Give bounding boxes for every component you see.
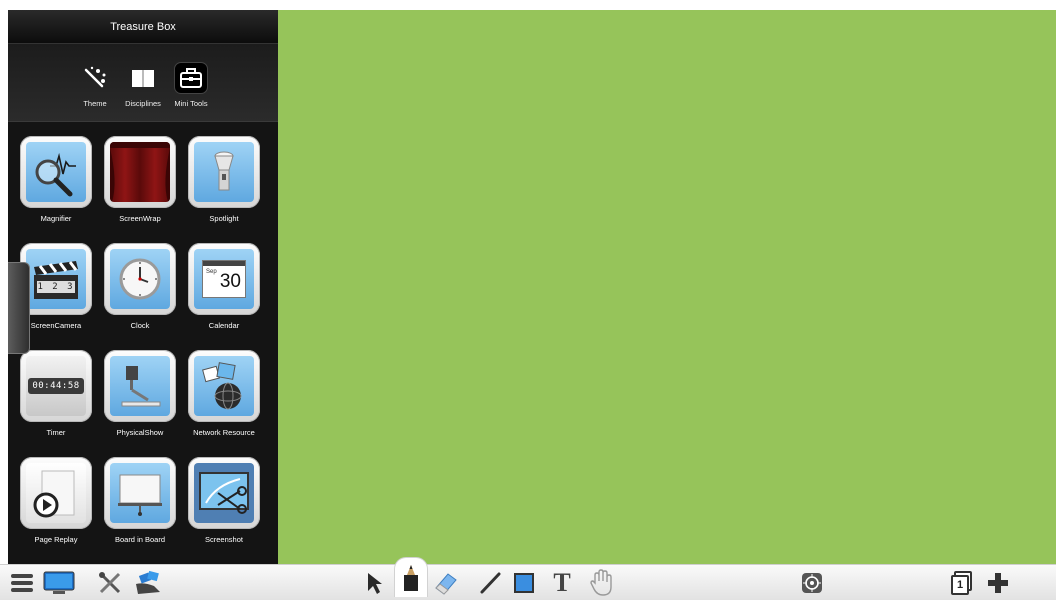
- text-tool-glyph: T: [553, 568, 571, 597]
- tool-spotlight[interactable]: Spotlight: [182, 136, 266, 243]
- tool-label: Clock: [130, 321, 150, 330]
- treasure-box-panel: Treasure Box Theme Disciplines Mini Tool…: [8, 10, 278, 564]
- magic-wand-icon: [78, 62, 112, 94]
- curtain-icon: [110, 142, 170, 202]
- clapperboard-counter: 1 2 3: [37, 282, 75, 292]
- clapperboard-icon: 1 2 3: [26, 249, 86, 309]
- tool-tile: [104, 457, 176, 529]
- tool-calendar[interactable]: Sep 30 Calendar: [182, 243, 266, 350]
- tool-label: Spotlight: [209, 214, 239, 223]
- document-camera-icon: [110, 356, 170, 416]
- target-icon[interactable]: [798, 569, 826, 597]
- globe-icon: [194, 356, 254, 416]
- timer-display: 00:44:58: [32, 381, 80, 391]
- tab-disciplines[interactable]: Disciplines: [121, 62, 165, 108]
- page-icon[interactable]: 1: [948, 569, 976, 597]
- tool-tile: [188, 136, 260, 208]
- panel-title: Treasure Box: [8, 10, 278, 44]
- panel-tabs: Theme Disciplines Mini Tools: [8, 44, 278, 122]
- tool-label: PhysicalShow: [116, 428, 164, 437]
- tool-label: Network Resource: [193, 428, 255, 437]
- hand-cards-icon[interactable]: [134, 569, 162, 597]
- tool-label: Magnifier: [40, 214, 72, 223]
- tool-tile: Sep 30: [188, 243, 260, 315]
- line-icon[interactable]: [476, 569, 504, 597]
- menu-icon[interactable]: [8, 569, 36, 597]
- page-number: 1: [956, 579, 964, 591]
- tool-label: Board in Board: [114, 535, 166, 544]
- tool-magnifier[interactable]: Magnifier: [14, 136, 98, 243]
- pen-icon[interactable]: [394, 557, 428, 597]
- tool-tile: [188, 350, 260, 422]
- tool-tile: [104, 350, 176, 422]
- tool-tile: 1 2 3: [20, 243, 92, 315]
- tool-label: ScreenWrap: [119, 214, 161, 223]
- tool-tile: [188, 457, 260, 529]
- timer-icon: 00:44:58: [26, 356, 86, 416]
- easel-icon: [110, 463, 170, 523]
- calendar-month: Sep: [206, 269, 217, 275]
- tab-mini-tools-label: Mini Tools: [174, 99, 208, 108]
- tool-label: Screenshot: [205, 535, 243, 544]
- clock-icon: [110, 249, 170, 309]
- tab-mini-tools[interactable]: Mini Tools: [169, 62, 213, 108]
- tool-label: Timer: [46, 428, 66, 437]
- tab-disciplines-label: Disciplines: [125, 99, 161, 108]
- book-icon: [126, 62, 160, 94]
- pointer-icon[interactable]: [360, 569, 388, 597]
- tool-tile: [104, 243, 176, 315]
- tool-clock[interactable]: Clock: [98, 243, 182, 350]
- hand-icon[interactable]: [588, 569, 616, 597]
- flashlight-icon: [194, 142, 254, 202]
- toolbox-icon: [174, 62, 208, 94]
- tool-tile: [20, 457, 92, 529]
- tool-timer[interactable]: 00:44:58 Timer: [14, 350, 98, 457]
- eraser-icon[interactable]: [432, 569, 460, 597]
- bottom-toolbar: T 1: [0, 557, 1056, 600]
- tab-theme-label: Theme: [83, 99, 107, 108]
- panel-collapse-handle[interactable]: [8, 262, 30, 354]
- app-window: Treasure Box Theme Disciplines Mini Tool…: [0, 0, 1056, 600]
- mini-tools-grid: Magnifier ScreenWrap Spotlight 1 2 3 Scr…: [8, 122, 278, 564]
- tool-tile: [104, 136, 176, 208]
- tool-screenshot[interactable]: Screenshot: [182, 457, 266, 564]
- scissors-icon: [194, 463, 254, 523]
- tool-network-resource[interactable]: Network Resource: [182, 350, 266, 457]
- whiteboard-canvas[interactable]: [278, 10, 1056, 564]
- tool-page-replay[interactable]: Page Replay: [14, 457, 98, 564]
- tools-icon[interactable]: [96, 569, 124, 597]
- magnifier-icon: [26, 142, 86, 202]
- tool-physicalshow[interactable]: PhysicalShow: [98, 350, 182, 457]
- tool-label: Page Replay: [34, 535, 78, 544]
- tool-screenwrap[interactable]: ScreenWrap: [98, 136, 182, 243]
- tool-board-in-board[interactable]: Board in Board: [98, 457, 182, 564]
- text-icon[interactable]: T: [548, 569, 576, 597]
- tab-theme[interactable]: Theme: [73, 62, 117, 108]
- monitor-icon[interactable]: [42, 569, 76, 597]
- rectangle-icon[interactable]: [510, 569, 538, 597]
- calendar-icon: Sep 30: [194, 249, 254, 309]
- tool-label: Calendar: [208, 321, 240, 330]
- add-page-icon[interactable]: [984, 569, 1012, 597]
- replay-icon: [26, 463, 86, 523]
- tool-tile: [20, 136, 92, 208]
- calendar-day: 30: [219, 271, 241, 292]
- tool-label: ScreenCamera: [30, 321, 82, 330]
- tool-tile: 00:44:58: [20, 350, 92, 422]
